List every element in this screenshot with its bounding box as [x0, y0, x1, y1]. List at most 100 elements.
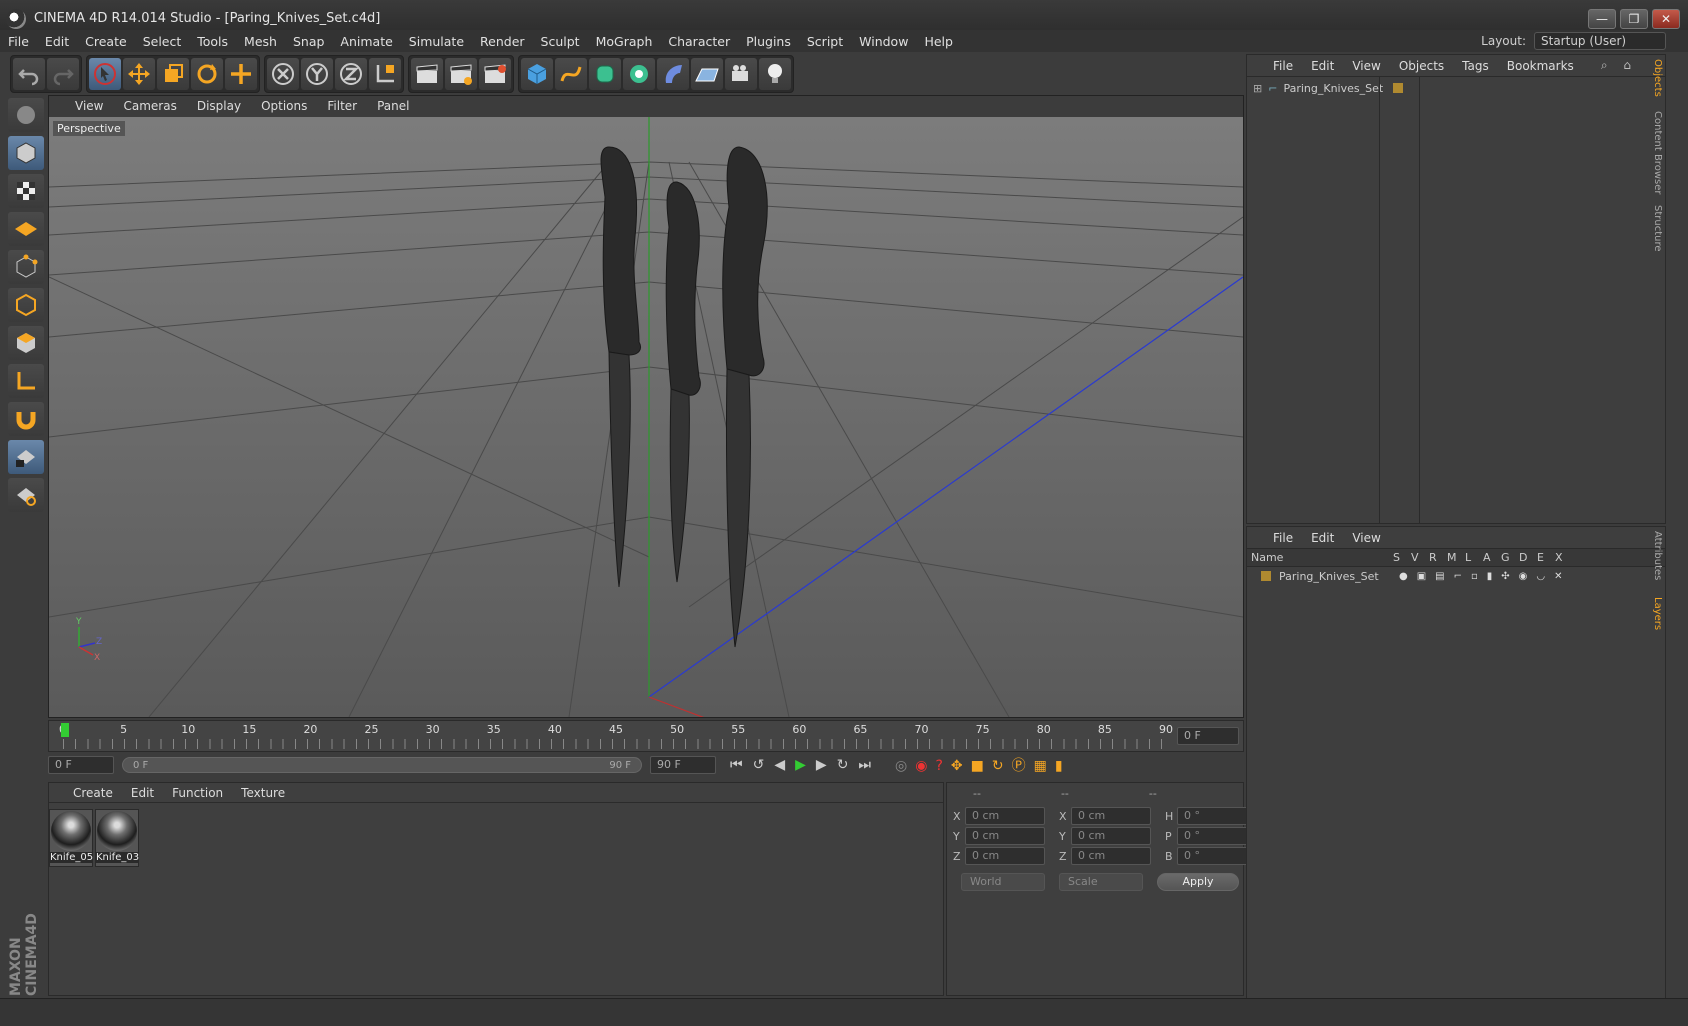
- expand-icon[interactable]: ⊞: [1253, 82, 1262, 95]
- render-picture-viewer-button[interactable]: [445, 58, 477, 90]
- texture-mode-button[interactable]: [8, 174, 44, 208]
- goto-start-icon[interactable]: ⏮: [730, 757, 753, 773]
- make-editable-button[interactable]: [8, 98, 44, 132]
- light-button[interactable]: [759, 58, 791, 90]
- layer-column-locked[interactable]: L: [1465, 551, 1483, 564]
- size-y-field[interactable]: 0 cm: [1071, 827, 1151, 845]
- add-tool-button[interactable]: [225, 58, 257, 90]
- key-param-icon[interactable]: Ⓟ: [1012, 758, 1034, 774]
- position-x-field[interactable]: 0 cm: [965, 807, 1045, 825]
- axis-mode-button[interactable]: [8, 364, 44, 398]
- menu-mesh[interactable]: Mesh: [244, 34, 277, 49]
- start-frame-field[interactable]: 0 F: [48, 756, 114, 774]
- menu-render[interactable]: Render: [480, 34, 525, 49]
- y-axis-lock-button[interactable]: [301, 58, 333, 90]
- viewport-menu-cameras[interactable]: Cameras: [123, 99, 176, 113]
- tab-structure[interactable]: Structure: [1645, 205, 1663, 252]
- menu-select[interactable]: Select: [143, 34, 182, 49]
- layers-menu-file[interactable]: File: [1273, 531, 1293, 545]
- size-z-field[interactable]: 0 cm: [1071, 847, 1151, 865]
- step-forward-icon[interactable]: ▶: [816, 757, 837, 773]
- x-axis-lock-button[interactable]: [267, 58, 299, 90]
- timeline-window-icon[interactable]: ▮: [1055, 758, 1071, 774]
- layer-color-swatch[interactable]: [1261, 571, 1271, 581]
- polygons-mode-button[interactable]: [8, 326, 44, 360]
- edges-mode-button[interactable]: [8, 288, 44, 322]
- layer-column-manager[interactable]: M: [1447, 551, 1465, 564]
- position-z-field[interactable]: 0 cm: [965, 847, 1045, 865]
- step-back-icon[interactable]: ◀: [774, 757, 795, 773]
- key-rotation-icon[interactable]: ↻: [992, 758, 1012, 774]
- layer-column-render[interactable]: R: [1429, 551, 1447, 564]
- end-frame-field[interactable]: 90 F: [650, 756, 716, 774]
- material-menu-texture[interactable]: Texture: [241, 786, 285, 800]
- current-frame-field[interactable]: 0 F: [1177, 727, 1239, 745]
- objects-menu-file[interactable]: File: [1273, 59, 1293, 73]
- layer-toggle-icons[interactable]: ●▣▤⌐▫▮✣◉◡✕: [1399, 571, 1572, 582]
- coordinate-system-button[interactable]: [369, 58, 401, 90]
- size-x-field[interactable]: 0 cm: [1071, 807, 1151, 825]
- locked-workplane-button[interactable]: [8, 440, 44, 474]
- objects-search-icon[interactable]: ⌕ ⌂: [1601, 58, 1637, 73]
- menu-tools[interactable]: Tools: [197, 34, 228, 49]
- layout-dropdown[interactable]: Startup (User): [1534, 32, 1666, 50]
- menu-mograph[interactable]: MoGraph: [596, 34, 653, 49]
- goto-end-icon[interactable]: ⏭: [858, 757, 881, 773]
- size-mode-dropdown[interactable]: Scale: [1059, 873, 1143, 891]
- viewport-menu-view[interactable]: View: [75, 99, 103, 113]
- menu-plugins[interactable]: Plugins: [746, 34, 791, 49]
- snap-button[interactable]: [8, 402, 44, 436]
- tab-content-browser[interactable]: Content Browser: [1645, 111, 1663, 194]
- layer-column-expressions[interactable]: E: [1537, 551, 1555, 564]
- menu-create[interactable]: Create: [85, 34, 127, 49]
- points-mode-button[interactable]: [8, 250, 44, 284]
- layer-column-deformers[interactable]: D: [1519, 551, 1537, 564]
- rotate-tool-button[interactable]: [191, 58, 223, 90]
- key-scale-icon[interactable]: ■: [971, 758, 992, 774]
- menu-snap[interactable]: Snap: [293, 34, 324, 49]
- deformer-button[interactable]: [657, 58, 689, 90]
- rotation-b-field[interactable]: 0 °: [1177, 847, 1257, 865]
- menu-window[interactable]: Window: [859, 34, 908, 49]
- material-menu-function[interactable]: Function: [172, 786, 223, 800]
- camera-button[interactable]: [725, 58, 757, 90]
- 3d-viewport[interactable]: Y Z X Perspective: [49, 117, 1243, 717]
- layers-menu-view[interactable]: View: [1352, 531, 1380, 545]
- menu-simulate[interactable]: Simulate: [409, 34, 464, 49]
- cube-object-button[interactable]: [521, 58, 553, 90]
- menu-character[interactable]: Character: [668, 34, 730, 49]
- material-swatch[interactable]: Knife_03: [95, 809, 139, 867]
- render-settings-button[interactable]: [479, 58, 511, 90]
- menu-file[interactable]: File: [8, 34, 29, 49]
- record-keys-icon[interactable]: ◎: [895, 758, 915, 774]
- next-key-icon[interactable]: ↻: [837, 757, 859, 773]
- material-menu-create[interactable]: Create: [73, 786, 113, 800]
- keyframe-help-icon[interactable]: ?: [935, 758, 950, 774]
- nurbs-button[interactable]: [589, 58, 621, 90]
- objects-menu-objects[interactable]: Objects: [1399, 59, 1444, 73]
- rotation-p-field[interactable]: 0 °: [1177, 827, 1257, 845]
- layer-column-name[interactable]: Name: [1251, 551, 1393, 564]
- rotation-h-field[interactable]: 0 °: [1177, 807, 1257, 825]
- objects-menu-edit[interactable]: Edit: [1311, 59, 1334, 73]
- layer-column-generators[interactable]: G: [1501, 551, 1519, 564]
- scale-tool-button[interactable]: [157, 58, 189, 90]
- apply-button[interactable]: Apply: [1157, 873, 1239, 891]
- layer-column-xrefs[interactable]: X: [1555, 551, 1573, 564]
- objects-menu-bookmarks[interactable]: Bookmarks: [1507, 59, 1574, 73]
- objects-menu-tags[interactable]: Tags: [1462, 59, 1489, 73]
- object-tree-item[interactable]: ⊞ ⌐ Paring_Knives_Set: [1247, 79, 1665, 97]
- undo-button[interactable]: [13, 58, 45, 90]
- tab-layers[interactable]: Layers: [1645, 597, 1663, 630]
- z-axis-lock-button[interactable]: [335, 58, 367, 90]
- tab-attributes[interactable]: Attributes: [1645, 531, 1663, 580]
- minimize-button[interactable]: —: [1588, 9, 1616, 29]
- autokey-icon[interactable]: ◉: [915, 758, 935, 774]
- live-selection-button[interactable]: [89, 58, 121, 90]
- floor-button[interactable]: [691, 58, 723, 90]
- play-icon[interactable]: ▶: [795, 757, 816, 773]
- viewport-menu-options[interactable]: Options: [261, 99, 307, 113]
- workplane-mode-button[interactable]: [8, 212, 44, 246]
- viewport-menu-display[interactable]: Display: [197, 99, 241, 113]
- close-button[interactable]: ✕: [1652, 9, 1680, 29]
